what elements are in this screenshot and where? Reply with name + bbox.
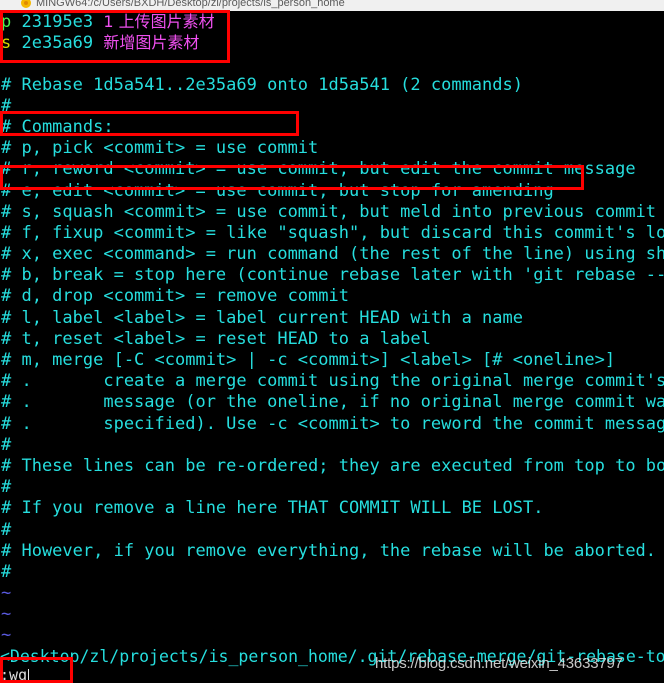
comment-line: # [1, 95, 12, 116]
todo-hash: 2e35a69 [21, 33, 94, 54]
comment-line: # [1, 561, 12, 582]
comment-line: # Rebase 1d5a541..2e35a69 onto 1d5a541 (… [1, 74, 523, 95]
editor-text-area[interactable]: p 23195e3 1 上传图片素材 s 2e35a69 新增图片素材 # Re… [0, 11, 664, 647]
comment-line: # f, fixup <commit> = like "squash", but… [1, 222, 664, 243]
comment-line: # m, merge [-C <commit> | -c <commit>] <… [1, 350, 616, 370]
text-cursor [28, 669, 30, 682]
todo-action: s [1, 33, 12, 54]
todo-action: p [1, 12, 12, 32]
todo-line[interactable]: p 23195e3 1 上传图片素材 [0, 11, 664, 32]
comment-line: # [1, 434, 12, 455]
comment-line: # [1, 519, 12, 540]
empty-line-marker: ~ [1, 604, 12, 625]
todo-message: 新增图片素材 [103, 33, 200, 53]
todo-hash: 23195e3 [21, 12, 94, 32]
comment-line: # d, drop <commit> = remove commit [1, 286, 349, 307]
window-title-text: MINGW64:/c/Users/BXDH/Desktop/zl/project… [36, 0, 345, 9]
command-line-text: :wq [0, 667, 28, 683]
comment-line: # t, reset <label> = reset HEAD to a lab… [1, 328, 431, 349]
comment-line: # . message (or the oneline, if no origi… [1, 392, 664, 413]
comment-line: # If you remove a line here THAT COMMIT … [1, 498, 544, 519]
terminal-window: MINGW64:/c/Users/BXDH/Desktop/zl/project… [0, 0, 664, 683]
comment-line: # r, reword <commit> = use commit, but e… [1, 159, 636, 180]
todo-line[interactable]: s 2e35a69 新增图片素材 [0, 32, 664, 53]
comment-line: # l, label <label> = label current HEAD … [1, 307, 523, 328]
empty-line-marker: ~ [1, 583, 12, 604]
watermark: https://blog.csdn.net/weixin_43633797 [375, 655, 623, 672]
comment-line-pick: # p, pick <commit> = use commit [1, 138, 319, 159]
comment-line: # However, if you remove everything, the… [1, 540, 657, 561]
todo-message: 1 上传图片素材 [103, 12, 215, 31]
comment-line: # . specified). Use -c <commit> to rewor… [1, 413, 664, 434]
empty-line-marker: ~ [1, 625, 12, 646]
comment-line-squash: # s, squash <commit> = use commit, but m… [1, 201, 657, 222]
comment-line: # [1, 477, 12, 498]
comment-line: # x, exec <command> = run command (the r… [1, 244, 664, 265]
comment-line: # These lines can be re-ordered; they ar… [1, 455, 664, 476]
window-title-bar: MINGW64:/c/Users/BXDH/Desktop/zl/project… [0, 0, 664, 11]
comment-line: # . create a merge commit using the orig… [1, 371, 664, 392]
comment-line: # e, edit <commit> = use commit, but sto… [1, 180, 554, 201]
mingw-terminal-icon [20, 0, 32, 9]
comment-line: # Commands: [1, 116, 114, 137]
comment-line: # b, break = stop here (continue rebase … [1, 265, 664, 286]
